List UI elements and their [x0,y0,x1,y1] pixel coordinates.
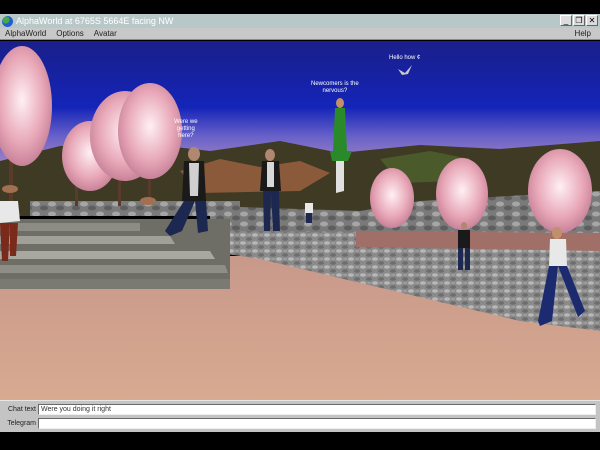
menu-help[interactable]: Help [570,29,596,38]
chat-label: Chat text [7,406,36,413]
telegram-row: Telegram [0,417,600,430]
telegram-label: Telegram [7,420,36,427]
globe-icon[interactable] [2,15,13,27]
minimize-button[interactable]: _ [560,15,572,26]
stone-wall-left [30,201,240,216]
maximize-button[interactable]: ❐ [573,15,585,26]
menu-avatar[interactable]: Avatar [89,29,122,38]
avatar-small-far[interactable] [305,203,313,223]
chat-bubble-newcomers: Newcomers is the nervous? [311,81,359,94]
menu-alphaworld[interactable]: AlphaWorld [0,29,51,38]
bottom-panel: Chat text Were you doing it right Telegr… [0,400,600,432]
chat-bubble-hello: Hello how ¢ [389,55,421,61]
3d-world-view[interactable]: Hello how ¢ Newcomers is the nervous? We… [0,41,600,400]
telegram-input[interactable] [38,418,596,429]
chat-input[interactable]: Were you doing it right [38,404,596,415]
menu-bar: AlphaWorld Options Avatar Help [0,28,600,40]
chat-row: Chat text Were you doing it right [0,403,600,416]
title-bar: AlphaWorld at 6765S 5664E facing NW _ ❐ … [0,14,600,28]
chat-bubble-were-we: Were we getting here? [174,119,198,139]
stairs [0,219,230,289]
menu-options[interactable]: Options [51,29,89,38]
window-controls: _ ❐ ✕ [560,15,598,26]
window-title: AlphaWorld at 6765S 5664E facing NW [16,16,174,26]
close-button[interactable]: ✕ [586,15,598,26]
world-scene [0,41,600,400]
